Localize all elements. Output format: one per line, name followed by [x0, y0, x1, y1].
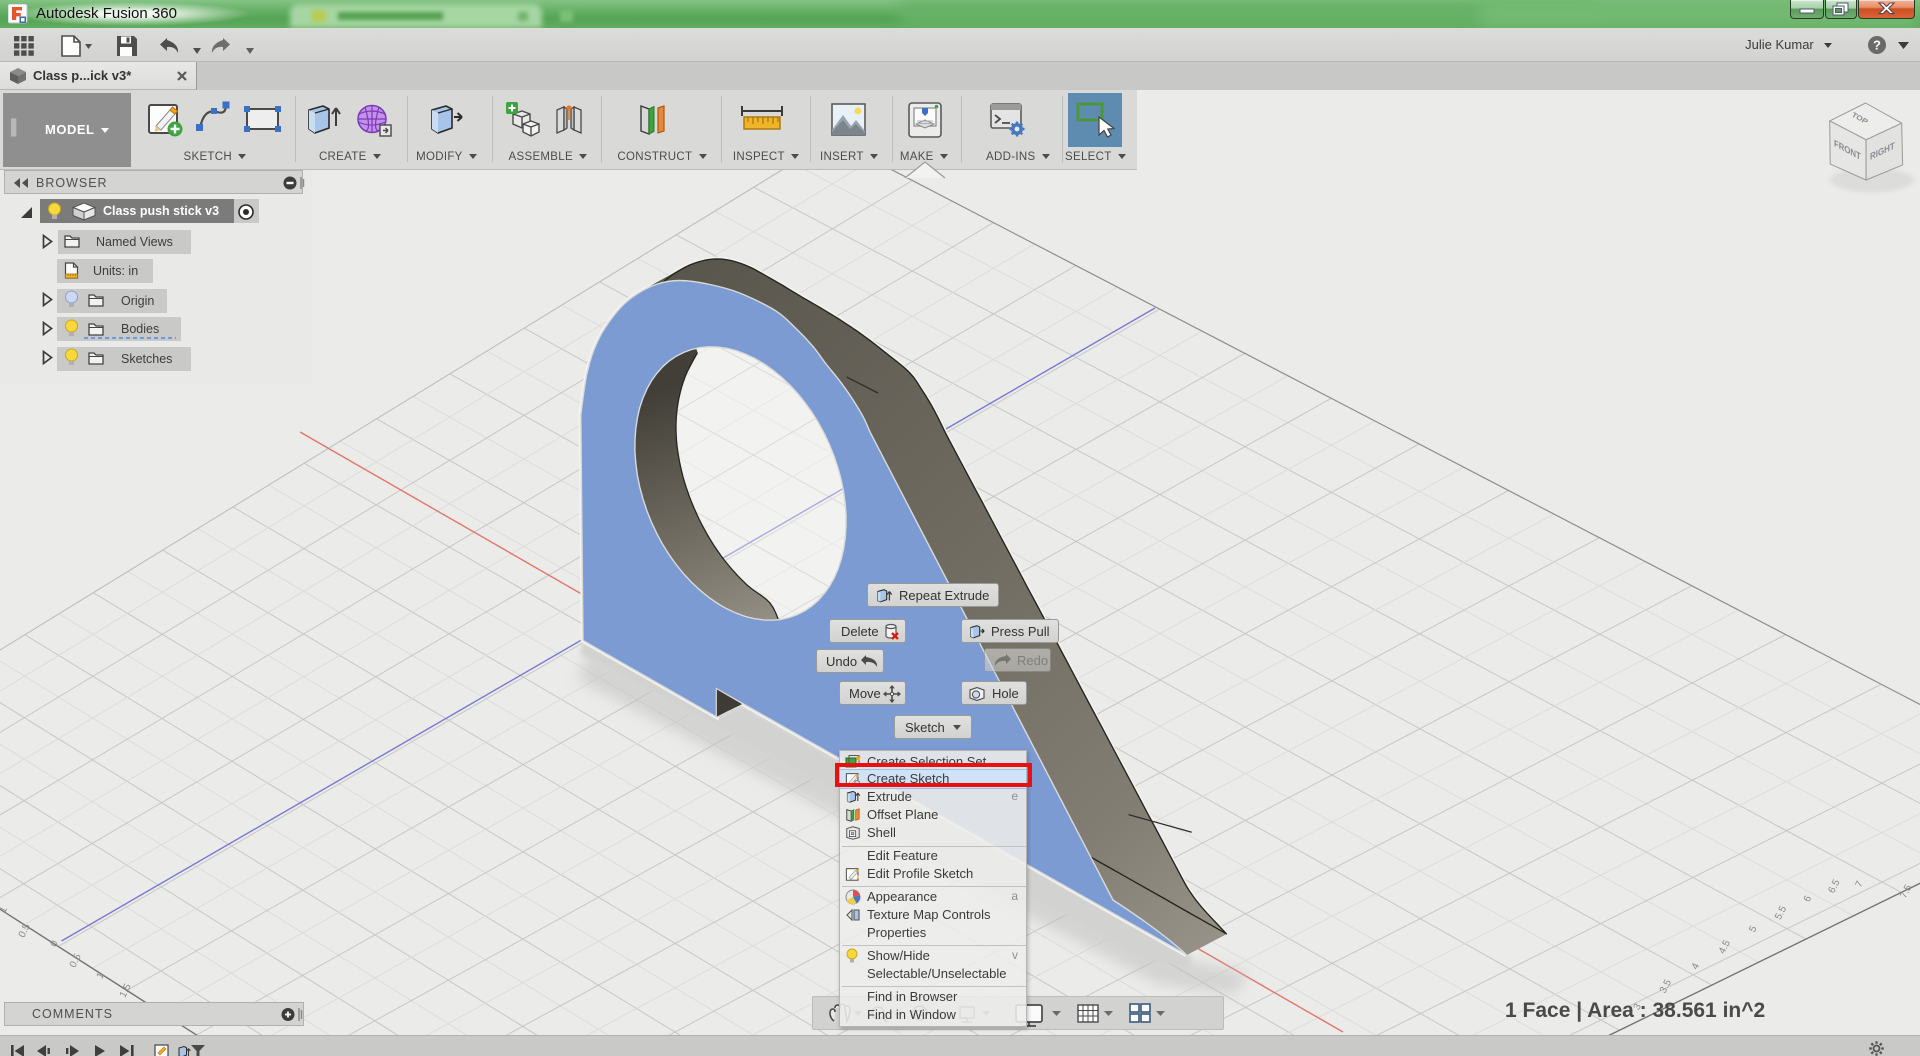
svg-text:?: ?: [1873, 38, 1881, 53]
